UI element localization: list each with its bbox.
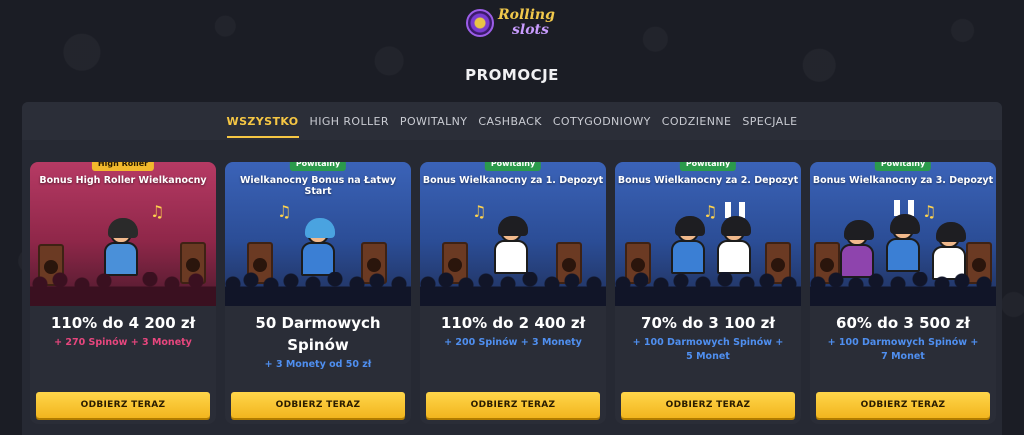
tab-welcome[interactable]: POWITALNY xyxy=(400,111,467,132)
tab-high-roller[interactable]: HIGH ROLLER xyxy=(310,111,389,132)
tab-daily[interactable]: CODZIENNE xyxy=(662,111,732,132)
offer-amount: 60% do 3 500 zł xyxy=(836,314,970,332)
logo-wordmark: Rolling slots xyxy=(498,8,555,38)
music-note-icon: ♫ xyxy=(277,202,292,221)
promo-cards-row: High Roller ♫ Bonus High Roller Wielkano… xyxy=(30,162,996,432)
claim-now-button[interactable]: ODBIERZ TERAZ xyxy=(621,392,795,418)
category-badge: High Roller xyxy=(91,162,155,171)
logo-line-1: Rolling xyxy=(498,7,555,23)
category-badge: Powitalny xyxy=(484,162,542,171)
claim-now-button[interactable]: ODBIERZ TERAZ xyxy=(231,392,405,418)
category-badge: Powitalny xyxy=(289,162,347,171)
offer-extras: + 100 Darmowych Spinów + 7 Monet xyxy=(827,337,979,362)
promo-title: Bonus High Roller Wielkanocny xyxy=(39,175,207,186)
offer-extras: + 100 Darmowych Spinów + 5 Monet xyxy=(632,337,784,362)
promo-card[interactable]: High Roller ♫ Bonus High Roller Wielkano… xyxy=(30,162,216,424)
offer-amount: 70% do 3 100 zł xyxy=(641,314,775,332)
promo-category-tabs: WSZYSTKO HIGH ROLLER POWITALNY CASHBACK … xyxy=(22,102,1002,140)
promo-title: Bonus Wielkanocny za 3. Depozyt xyxy=(812,175,994,186)
tab-all[interactable]: WSZYSTKO xyxy=(226,111,299,138)
category-badge: Powitalny xyxy=(874,162,932,171)
tab-weekly[interactable]: COTYGODNIOWY xyxy=(553,111,651,132)
promo-title: Bonus Wielkanocny za 1. Depozyt xyxy=(422,175,604,186)
rolling-slots-logo[interactable]: Rolling slots xyxy=(466,2,560,44)
offer-amount: 50 Darmowych Spinów xyxy=(255,314,381,354)
offer-amount: 110% do 4 200 zł xyxy=(50,314,196,332)
claim-now-button[interactable]: ODBIERZ TERAZ xyxy=(816,392,990,418)
offer-amount: 110% do 2 400 zł xyxy=(440,314,586,332)
promo-card[interactable]: Powitalny ♫ Bonus Wielkanocny za 2. Depo… xyxy=(615,162,801,424)
claim-now-button[interactable]: ODBIERZ TERAZ xyxy=(426,392,600,418)
music-note-icon: ♫ xyxy=(150,202,165,221)
promo-card[interactable]: Powitalny ♫ Wielkanocny Bonus na Łatwy S… xyxy=(225,162,411,424)
music-note-icon: ♫ xyxy=(472,202,487,221)
claim-now-button[interactable]: ODBIERZ TERAZ xyxy=(36,392,210,418)
promo-card[interactable]: Powitalny ♫ Bonus Wielkanocny za 3. Depo… xyxy=(810,162,996,424)
category-badge: Powitalny xyxy=(679,162,737,171)
page-title: PROMOCJE xyxy=(465,66,559,84)
offer-extras: + 200 Spinów + 3 Monety xyxy=(444,337,582,348)
offer-extras: + 3 Monety od 50 zł xyxy=(264,359,372,370)
music-note-icon: ♫ xyxy=(703,202,718,221)
offer-extras: + 270 Spinów + 3 Monety xyxy=(54,337,192,348)
music-note-icon: ♫ xyxy=(922,202,937,221)
promo-title: Bonus Wielkanocny za 2. Depozyt xyxy=(617,175,799,186)
promo-title: Wielkanocny Bonus na Łatwy Start xyxy=(239,175,397,197)
tab-cashback[interactable]: CASHBACK xyxy=(478,111,541,132)
tab-specials[interactable]: SPECJALE xyxy=(742,111,797,132)
promo-card[interactable]: Powitalny ♫ Bonus Wielkanocny za 1. Depo… xyxy=(420,162,606,424)
logo-line-2: slots xyxy=(512,22,549,38)
vinyl-disc-icon xyxy=(466,9,494,37)
